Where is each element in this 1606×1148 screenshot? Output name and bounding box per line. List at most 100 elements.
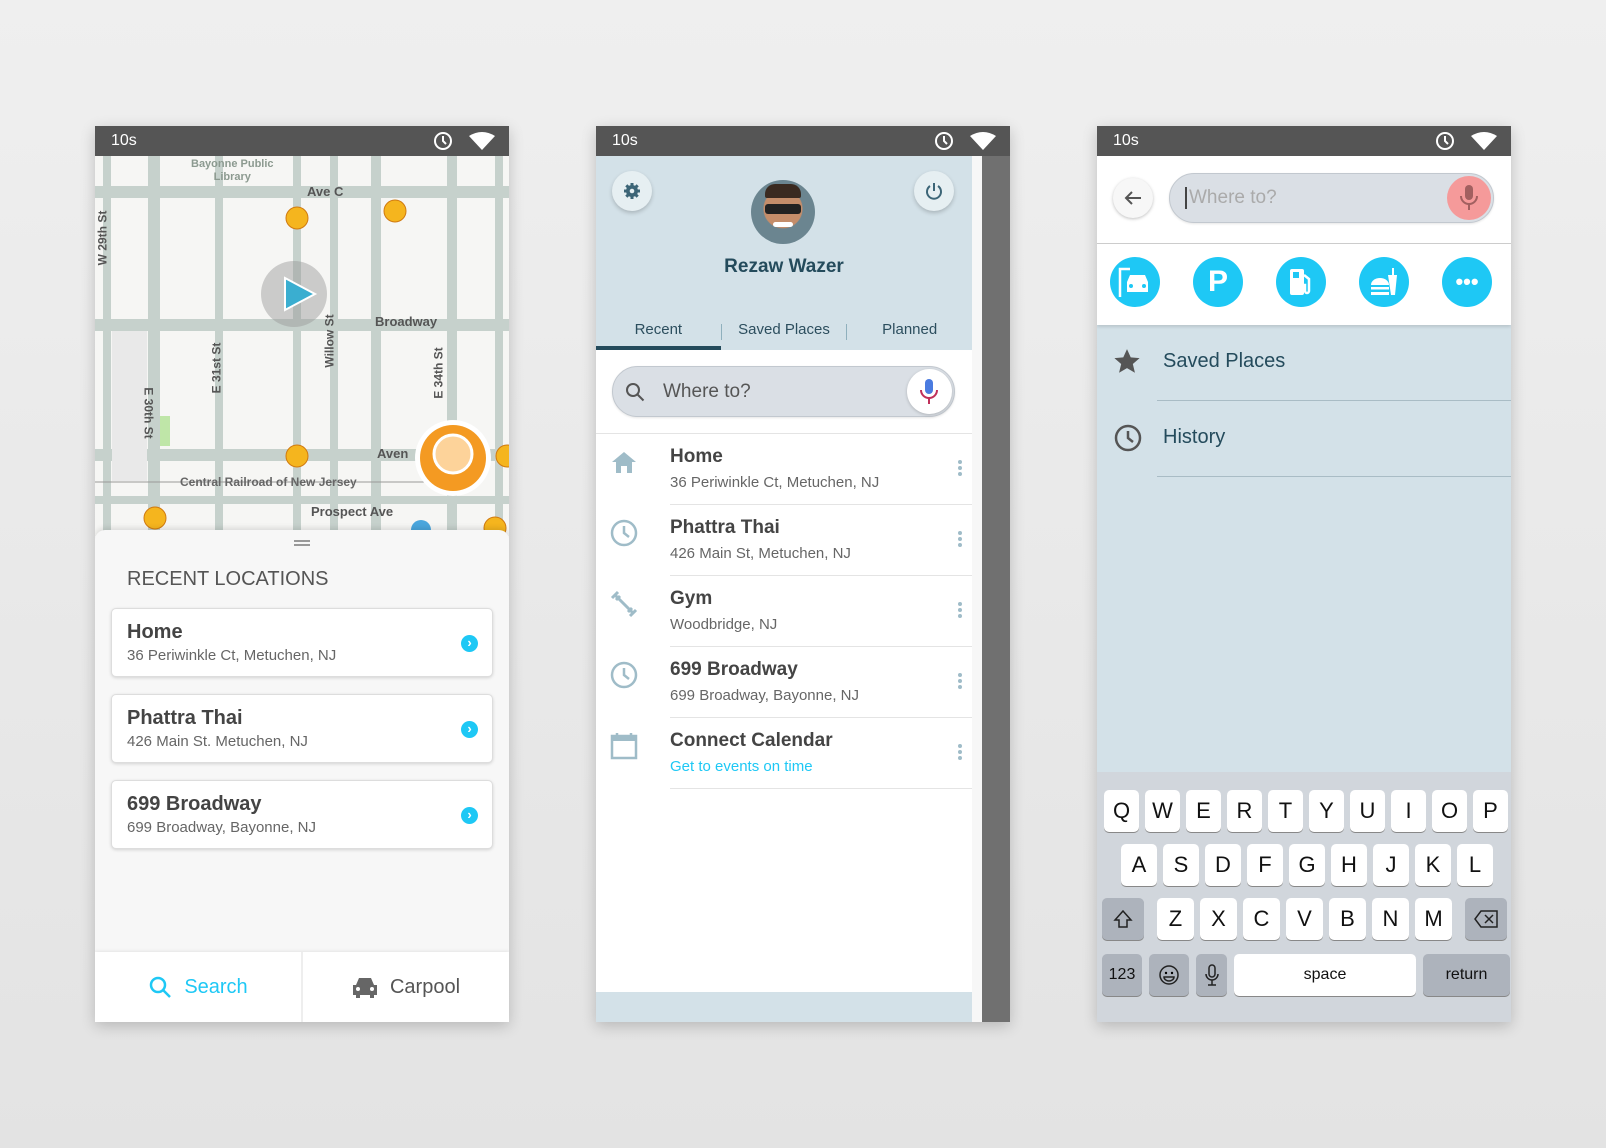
tab-recent[interactable]: Recent: [596, 318, 721, 350]
more-options-icon[interactable]: [958, 531, 962, 549]
menu-saved-places[interactable]: Saved Places: [1097, 331, 1511, 401]
arrow-left-icon: [1124, 191, 1141, 205]
key-c[interactable]: C: [1243, 898, 1280, 940]
phone-map-screen: 10s Bayonne Public Library Ave C W 29th S…: [95, 126, 509, 1022]
numbers-key[interactable]: 123: [1102, 954, 1142, 996]
search-input[interactable]: Where to?: [612, 366, 955, 417]
avatar[interactable]: [751, 180, 815, 244]
category-garage[interactable]: [1110, 257, 1160, 307]
voice-search-button[interactable]: [907, 369, 952, 414]
map-label: Aven: [377, 446, 409, 461]
search-icon: [150, 976, 172, 998]
location-address: 36 Periwinkle Ct, Metuchen, NJ: [127, 647, 337, 664]
drag-handle[interactable]: [294, 540, 310, 546]
home-icon: [612, 452, 636, 473]
item-sub: Woodbridge, NJ: [670, 616, 778, 633]
key-k[interactable]: K: [1415, 844, 1451, 886]
voice-search-button[interactable]: [1447, 176, 1491, 220]
menu-label: History: [1163, 426, 1226, 448]
search-button[interactable]: Search: [95, 952, 303, 1022]
recent-location-card[interactable]: Home 36 Periwinkle Ct, Metuchen, NJ ›: [111, 608, 493, 677]
carpool-label: Carpool: [389, 975, 461, 998]
category-more[interactable]: •••: [1442, 257, 1492, 307]
key-m[interactable]: M: [1415, 898, 1452, 940]
key-n[interactable]: N: [1372, 898, 1409, 940]
key-f[interactable]: F: [1247, 844, 1283, 886]
key-s[interactable]: S: [1163, 844, 1199, 886]
chevron-right-icon: ›: [461, 635, 478, 652]
key-p[interactable]: P: [1473, 790, 1508, 832]
item-name: Phattra Thai: [670, 517, 780, 538]
status-bar: 10s: [95, 126, 509, 156]
search-label: Search: [184, 975, 248, 998]
more-options-icon[interactable]: [958, 744, 962, 762]
key-z[interactable]: Z: [1157, 898, 1194, 940]
tab-planned[interactable]: Planned: [847, 318, 972, 350]
connect-calendar-link[interactable]: Get to events on time: [670, 758, 813, 775]
section-title: RECENT LOCATIONS: [127, 568, 329, 590]
recent-location-card[interactable]: 699 Broadway 699 Broadway, Bayonne, NJ ›: [111, 780, 493, 849]
settings-button[interactable]: [612, 171, 652, 211]
key-t[interactable]: T: [1268, 790, 1303, 832]
map-label: E 30th St: [141, 387, 156, 439]
more-options-icon[interactable]: [958, 602, 962, 620]
profile-header: Rezaw Wazer Recent Saved Places Planned: [596, 156, 972, 350]
shift-key[interactable]: [1102, 898, 1144, 940]
space-key[interactable]: space: [1234, 954, 1416, 996]
return-key[interactable]: return: [1423, 954, 1510, 996]
key-h[interactable]: H: [1331, 844, 1367, 886]
list-item-connect-calendar[interactable]: Connect Calendar Get to events on time: [596, 718, 972, 789]
map-label-library: Bayonne Public Library: [191, 158, 274, 183]
backspace-icon: [1474, 910, 1498, 928]
category-food[interactable]: [1359, 257, 1409, 307]
category-gas[interactable]: [1276, 257, 1326, 307]
key-g[interactable]: G: [1289, 844, 1325, 886]
backspace-key[interactable]: [1465, 898, 1507, 940]
list-item[interactable]: Gym Woodbridge, NJ: [596, 576, 972, 647]
chevron-right-icon: ›: [461, 807, 478, 824]
search-placeholder: Where to?: [1189, 187, 1277, 208]
key-e[interactable]: E: [1186, 790, 1221, 832]
status-time: 10s: [612, 132, 638, 149]
list-item[interactable]: Phattra Thai 426 Main St, Metuchen, NJ: [596, 505, 972, 576]
power-button[interactable]: [914, 171, 954, 211]
category-parking[interactable]: P: [1193, 257, 1243, 307]
key-q[interactable]: Q: [1104, 790, 1139, 832]
location-address: 699 Broadway, Bayonne, NJ: [127, 819, 317, 836]
map-label: Willow St: [322, 314, 337, 368]
key-j[interactable]: J: [1373, 844, 1409, 886]
key-w[interactable]: W: [1145, 790, 1180, 832]
status-bar: 10s: [1097, 126, 1511, 156]
key-b[interactable]: B: [1329, 898, 1366, 940]
list-item[interactable]: 699 Broadway 699 Broadway, Bayonne, NJ: [596, 647, 972, 718]
item-sub: 36 Periwinkle Ct, Metuchen, NJ: [670, 474, 880, 491]
key-l[interactable]: L: [1457, 844, 1493, 886]
location-name: 699 Broadway: [127, 793, 262, 815]
more-options-icon[interactable]: [958, 460, 962, 478]
menu-history[interactable]: History: [1097, 407, 1511, 477]
key-y[interactable]: Y: [1309, 790, 1344, 832]
dictation-key[interactable]: [1196, 954, 1227, 996]
emoji-key[interactable]: [1149, 954, 1189, 996]
key-x[interactable]: X: [1200, 898, 1237, 940]
key-r[interactable]: R: [1227, 790, 1262, 832]
key-i[interactable]: I: [1391, 790, 1426, 832]
key-a[interactable]: A: [1121, 844, 1157, 886]
tab-saved-places[interactable]: Saved Places: [722, 318, 847, 350]
list-item[interactable]: Home 36 Periwinkle Ct, Metuchen, NJ: [596, 434, 972, 505]
key-v[interactable]: V: [1286, 898, 1323, 940]
car-icon: [352, 978, 377, 998]
recent-location-card[interactable]: Phattra Thai 426 Main St. Metuchen, NJ ›: [111, 694, 493, 763]
shift-icon: [1113, 909, 1133, 928]
back-button[interactable]: [1113, 178, 1153, 218]
parking-icon: P: [1207, 265, 1228, 298]
carpool-button[interactable]: Carpool: [303, 952, 509, 1022]
search-input[interactable]: Where to?: [1169, 173, 1494, 223]
key-u[interactable]: U: [1350, 790, 1385, 832]
map-label: E 34th St: [431, 347, 446, 399]
key-d[interactable]: D: [1205, 844, 1241, 886]
more-options-icon[interactable]: [958, 673, 962, 691]
wifi-icon: [469, 132, 495, 150]
map[interactable]: Bayonne Public Library Ave C W 29th St Br…: [95, 156, 509, 536]
key-o[interactable]: O: [1432, 790, 1467, 832]
